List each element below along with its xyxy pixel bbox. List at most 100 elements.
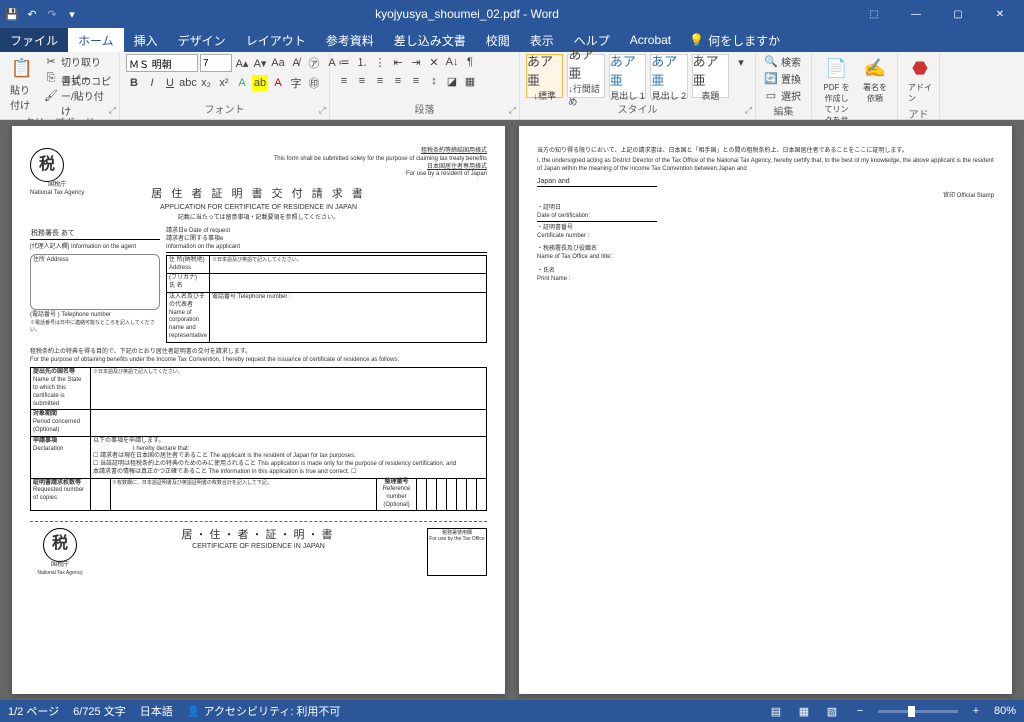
paste-button[interactable]: 📋貼り付け [6,54,38,114]
print-layout-icon[interactable]: ▦ [794,703,814,719]
change-case-icon[interactable]: Aa [270,55,286,71]
tab-acrobat[interactable]: Acrobat [620,28,681,52]
char-shading-icon[interactable]: 字 [288,75,304,91]
bold-icon[interactable]: B [126,75,142,91]
italic-icon[interactable]: I [144,75,160,91]
addins-button[interactable]: ⬣アドイン [904,54,936,106]
find-button[interactable]: 🔍検索 [762,54,803,69]
font-size-select[interactable] [200,54,232,72]
accessibility-status[interactable]: 👤 アクセシビリティ: 利用不可 [187,703,341,719]
undo-icon[interactable]: ↶ [24,6,40,22]
align-right-icon[interactable]: ≡ [372,73,388,89]
tell-me-search[interactable]: 💡何をしますか [689,32,780,49]
styles-more-icon[interactable]: ▾ [733,54,749,70]
title-bar: 💾 ↶ ↷ ▾ kyojyusya_shoumei_02.pdf - Word … [0,0,1024,28]
tab-home[interactable]: ホーム [68,28,124,52]
tab-design[interactable]: デザイン [168,28,236,52]
language[interactable]: 日本語 [140,703,173,719]
text-effects-icon[interactable]: A [234,75,250,91]
tab-references[interactable]: 参考資料 [316,28,384,52]
justify-icon[interactable]: ≡ [390,73,406,89]
subscript-icon[interactable]: x₂ [198,75,214,91]
align-center-icon[interactable]: ≡ [354,73,370,89]
cut-button[interactable]: ✂切り取り [42,54,113,69]
ribbon-options-icon[interactable]: ⬚ [854,2,894,26]
tab-mailings[interactable]: 差し込み文書 [384,28,476,52]
clipboard-icon: 📋 [10,56,34,80]
bullets-icon[interactable]: ≔ [336,54,352,70]
highlight-icon[interactable]: ab [252,75,268,91]
numbering-icon[interactable]: ⒈ [354,54,370,70]
request-sign-button[interactable]: ✍署名を依頼 [859,54,891,106]
tab-file[interactable]: ファイル [0,28,68,52]
tab-review[interactable]: 校閲 [476,28,520,52]
distribute-icon[interactable]: ≡ [408,73,424,89]
zoom-out-icon[interactable]: − [850,703,870,719]
decrease-indent-icon[interactable]: ⇤ [390,54,406,70]
lightbulb-icon: 💡 [689,33,704,47]
clear-format-icon[interactable]: A̸ [288,55,304,71]
font-launcher-icon[interactable]: ⤢ [319,105,326,116]
minimize-icon[interactable]: ― [896,2,936,26]
style-heading2[interactable]: あア亜見出し 2 [650,54,687,98]
borders-icon[interactable]: ▦ [462,73,478,89]
page-1: 税 国税庁 National Tax Agency 租税条約等締結国用様式 Th… [12,126,505,694]
zoom-in-icon[interactable]: + [966,703,986,719]
tab-view[interactable]: 表示 [520,28,564,52]
pdf-icon: 📄 [825,56,849,80]
word-count[interactable]: 6/725 文字 [73,703,126,719]
save-icon[interactable]: 💾 [4,6,20,22]
style-no-spacing[interactable]: あア亜↓行間詰め [567,54,604,98]
seal-icon-2: 税 [43,528,77,562]
increase-indent-icon[interactable]: ⇥ [408,54,424,70]
document-area[interactable]: 税 国税庁 National Tax Agency 租税条約等締結国用様式 Th… [0,120,1024,700]
strike-icon[interactable]: abc [180,75,196,91]
accessibility-icon: 👤 [187,706,201,718]
replace-button[interactable]: 🔄置換 [762,71,803,86]
line-spacing-icon[interactable]: ↕ [426,73,442,89]
nta-logo: 税 国税庁 National Tax Agency [30,148,84,198]
group-styles-label: スタイル [526,101,749,117]
close-icon[interactable]: ✕ [980,2,1020,26]
zoom-slider[interactable] [878,710,958,713]
select-button[interactable]: ▭選択 [762,88,803,103]
enclose-char-icon[interactable]: ㊞ [306,75,322,91]
phonetic-guide-icon[interactable]: ㋐ [306,55,322,71]
tab-layout[interactable]: レイアウト [236,28,316,52]
clipboard-launcher-icon[interactable]: ⤢ [109,105,116,116]
seal-icon: 税 [30,148,64,182]
shrink-font-icon[interactable]: A▾ [252,55,268,71]
font-name-select[interactable] [126,54,198,72]
style-title[interactable]: あア亜表題 [692,54,729,98]
ribbon: 📋貼り付け ✂切り取り ⎘コピー 🖌書式のコピー/貼り付け クリップボード ⤢ … [0,52,1024,120]
qat-dropdown-icon[interactable]: ▾ [64,6,80,22]
page-count[interactable]: 1/2 ページ [8,703,59,719]
para-launcher-icon[interactable]: ⤢ [509,105,516,116]
align-left-icon[interactable]: ≡ [336,73,352,89]
format-painter-button[interactable]: 🖌書式のコピー/貼り付け [42,88,113,103]
font-color-icon[interactable]: A [270,75,286,91]
redo-icon[interactable]: ↷ [44,6,60,22]
web-layout-icon[interactable]: ▧ [822,703,842,719]
shading-icon[interactable]: ◪ [444,73,460,89]
grow-font-icon[interactable]: A▴ [234,55,250,71]
search-icon: 🔍 [764,55,778,69]
styles-launcher-icon[interactable]: ⤢ [745,105,752,116]
zoom-level[interactable]: 80% [994,705,1016,717]
superscript-icon[interactable]: x² [216,75,232,91]
group-paragraph-label: 段落 [336,101,513,117]
page-2: 当方の知り得る限りにおいて、上記の請求書は、日本国と「相手国」との間の租税条約上… [519,126,1012,694]
doc-title: 居 住 者 証 明 書 交 付 請 求 書 [30,187,487,201]
asian-layout-icon[interactable]: ✕ [426,54,442,70]
show-marks-icon[interactable]: ¶ [462,54,478,70]
addin-icon: ⬣ [908,56,932,80]
style-normal[interactable]: あア亜↓標準 [526,54,563,98]
sort-icon[interactable]: A↓ [444,54,460,70]
style-heading1[interactable]: あア亜見出し 1 [609,54,646,98]
group-font-label: フォント [126,101,323,117]
underline-icon[interactable]: U [162,75,178,91]
maximize-icon[interactable]: ▢ [938,2,978,26]
multilevel-icon[interactable]: ⋮ [372,54,388,70]
tab-insert[interactable]: 挿入 [124,28,168,52]
read-mode-icon[interactable]: ▤ [766,703,786,719]
